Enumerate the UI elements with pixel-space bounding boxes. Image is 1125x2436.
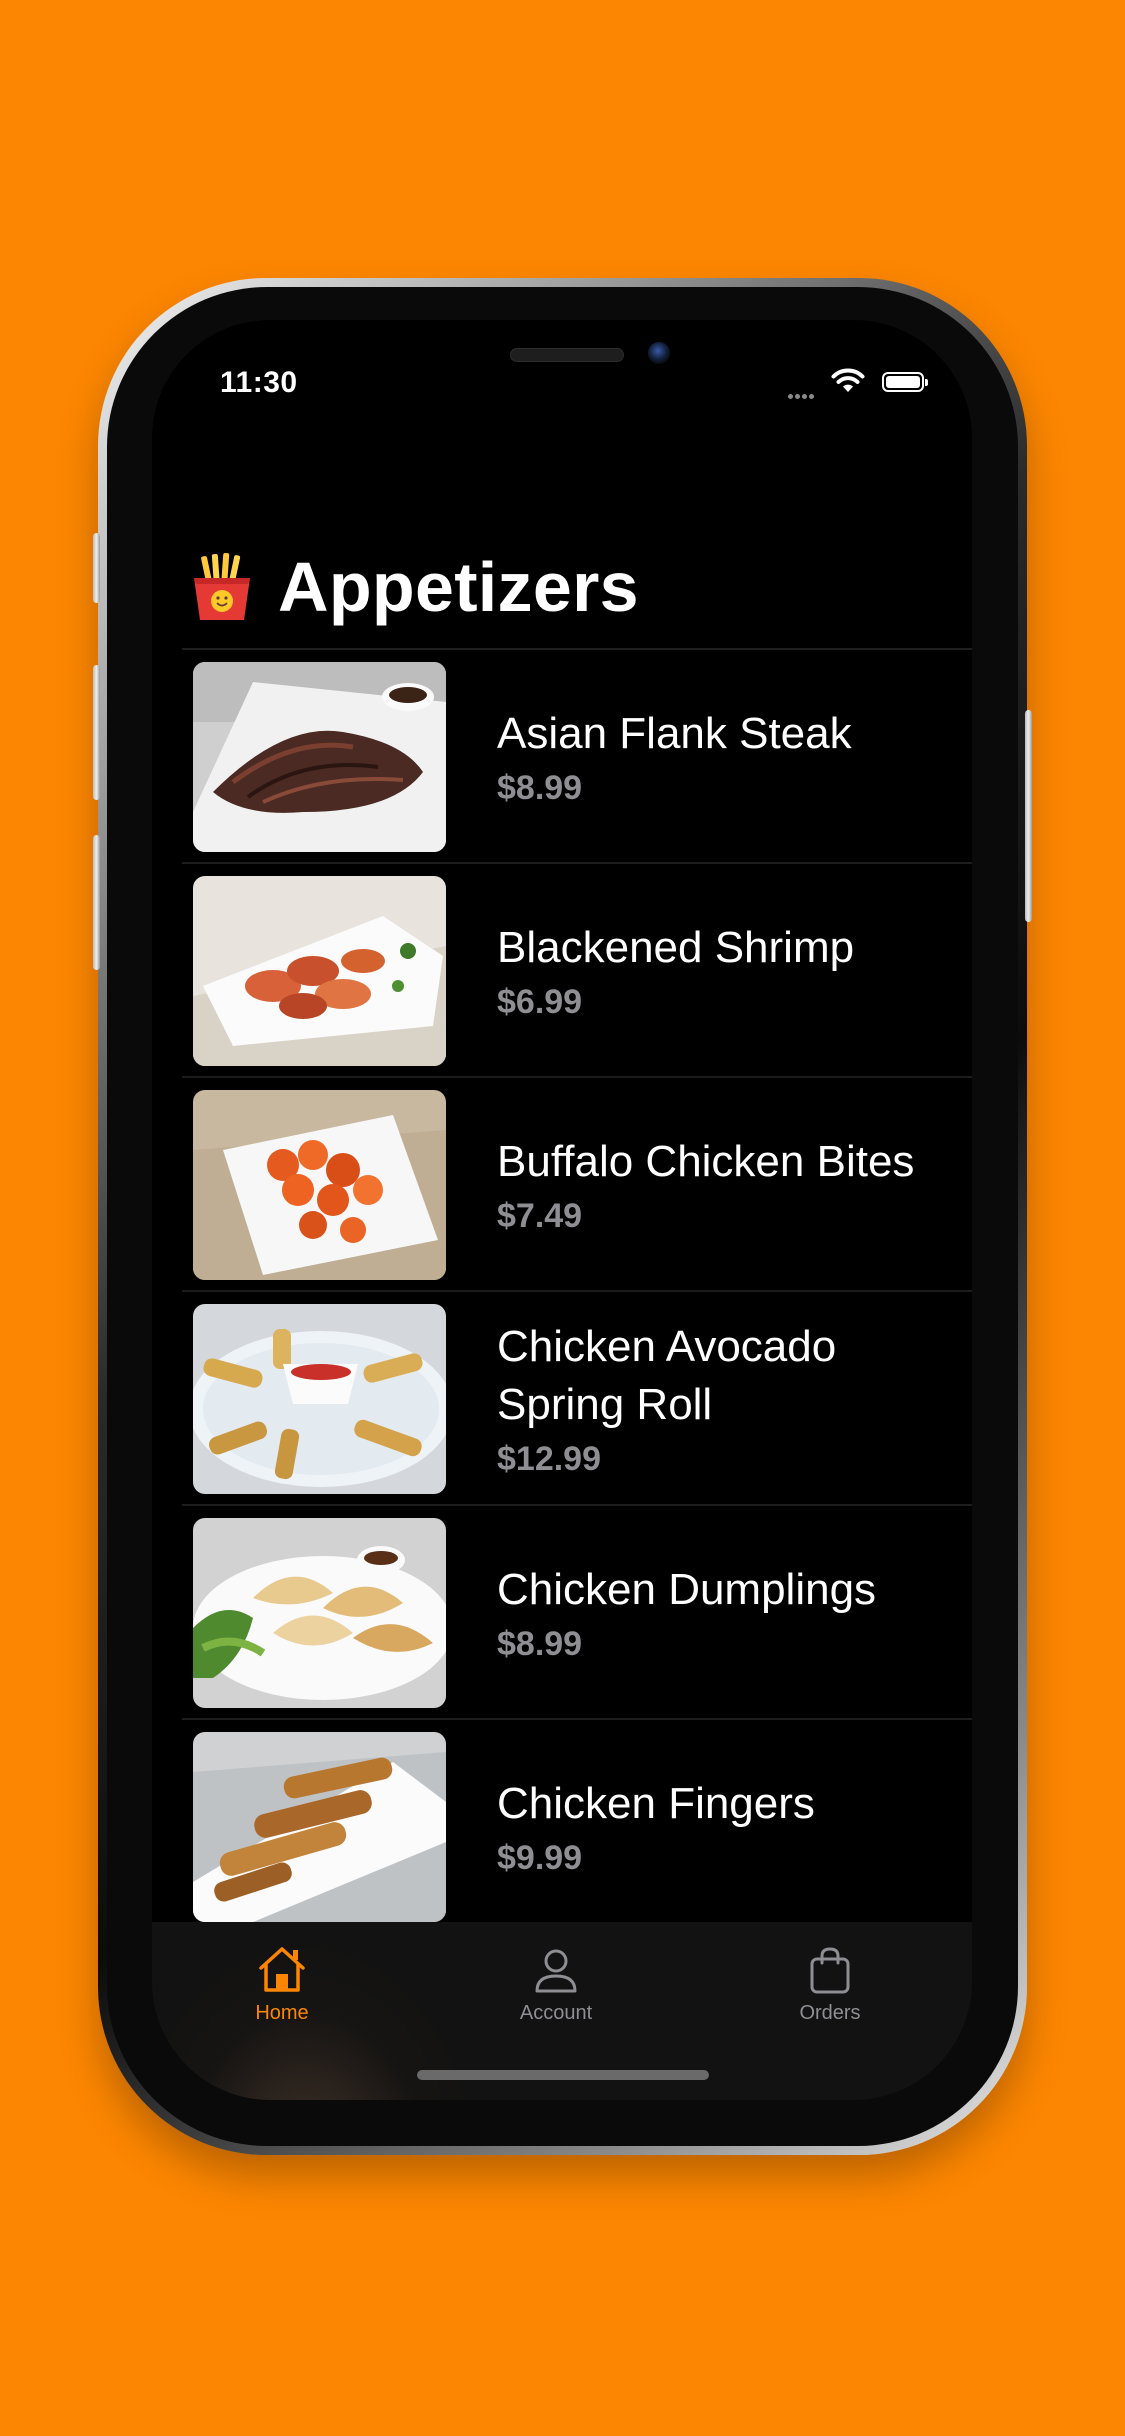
status-time: 11:30 bbox=[220, 366, 298, 399]
home-indicator[interactable] bbox=[417, 2070, 709, 2080]
dumplings-image bbox=[193, 1518, 446, 1708]
item-name: Chicken Fingers bbox=[497, 1778, 815, 1828]
front-camera bbox=[648, 342, 670, 364]
item-name: Chicken Avocado Spring Roll bbox=[497, 1321, 837, 1429]
french-fries-icon bbox=[190, 552, 254, 622]
list-item[interactable]: Asian Flank Steak $8.99 bbox=[152, 650, 972, 864]
volume-up-button bbox=[93, 665, 100, 800]
chicken-fingers-image bbox=[193, 1732, 446, 1922]
silent-switch bbox=[93, 533, 100, 603]
cellular-signal-icon bbox=[788, 386, 822, 399]
item-name: Buffalo Chicken Bites bbox=[497, 1136, 915, 1186]
list-item[interactable]: Chicken Avocado Spring Roll $12.99 bbox=[152, 1292, 972, 1506]
menu-list[interactable]: Asian Flank Steak $8.99 Blackened Shrimp… bbox=[152, 650, 972, 1934]
item-price: $7.49 bbox=[497, 1196, 583, 1235]
item-name: Asian Flank Steak bbox=[497, 708, 852, 758]
bag-icon bbox=[740, 1940, 920, 1994]
power-button bbox=[1025, 710, 1032, 922]
item-price: $6.99 bbox=[497, 982, 583, 1021]
list-item[interactable]: Buffalo Chicken Bites $7.49 bbox=[152, 1078, 972, 1292]
tab-account[interactable]: Account bbox=[466, 1940, 646, 2025]
wifi-icon bbox=[830, 368, 866, 399]
person-icon bbox=[466, 1940, 646, 1994]
list-item[interactable]: Chicken Dumplings $8.99 bbox=[152, 1506, 972, 1720]
tab-label: Home bbox=[255, 2002, 309, 2024]
page-header: Appetizers bbox=[190, 548, 639, 626]
earpiece-speaker bbox=[510, 348, 624, 362]
battery-icon bbox=[882, 372, 928, 392]
list-item[interactable]: Blackened Shrimp $6.99 bbox=[152, 864, 972, 1078]
house-icon bbox=[192, 1940, 372, 1994]
tab-orders[interactable]: Orders bbox=[740, 1940, 920, 2025]
list-item[interactable]: Chicken Fingers $9.99 bbox=[152, 1720, 972, 1934]
tab-label: Account bbox=[519, 2002, 593, 2024]
tab-label: Orders bbox=[799, 2002, 861, 2024]
item-price: $9.99 bbox=[497, 1838, 583, 1877]
tab-home[interactable]: Home bbox=[192, 1940, 372, 2025]
page-title: Appetizers bbox=[278, 548, 639, 626]
screen: 11:30 Appetizers Asian Flank Steak $8.99… bbox=[152, 320, 972, 2100]
chicken-bites-image bbox=[193, 1090, 446, 1280]
item-name: Chicken Dumplings bbox=[497, 1564, 877, 1614]
spring-roll-image bbox=[193, 1304, 446, 1494]
volume-down-button bbox=[93, 835, 100, 970]
shrimp-image bbox=[193, 876, 446, 1066]
item-price: $8.99 bbox=[497, 1624, 583, 1663]
item-price: $8.99 bbox=[497, 768, 583, 807]
flank-steak-image bbox=[193, 662, 446, 852]
item-price: $12.99 bbox=[497, 1439, 601, 1478]
item-name: Blackened Shrimp bbox=[497, 922, 855, 972]
